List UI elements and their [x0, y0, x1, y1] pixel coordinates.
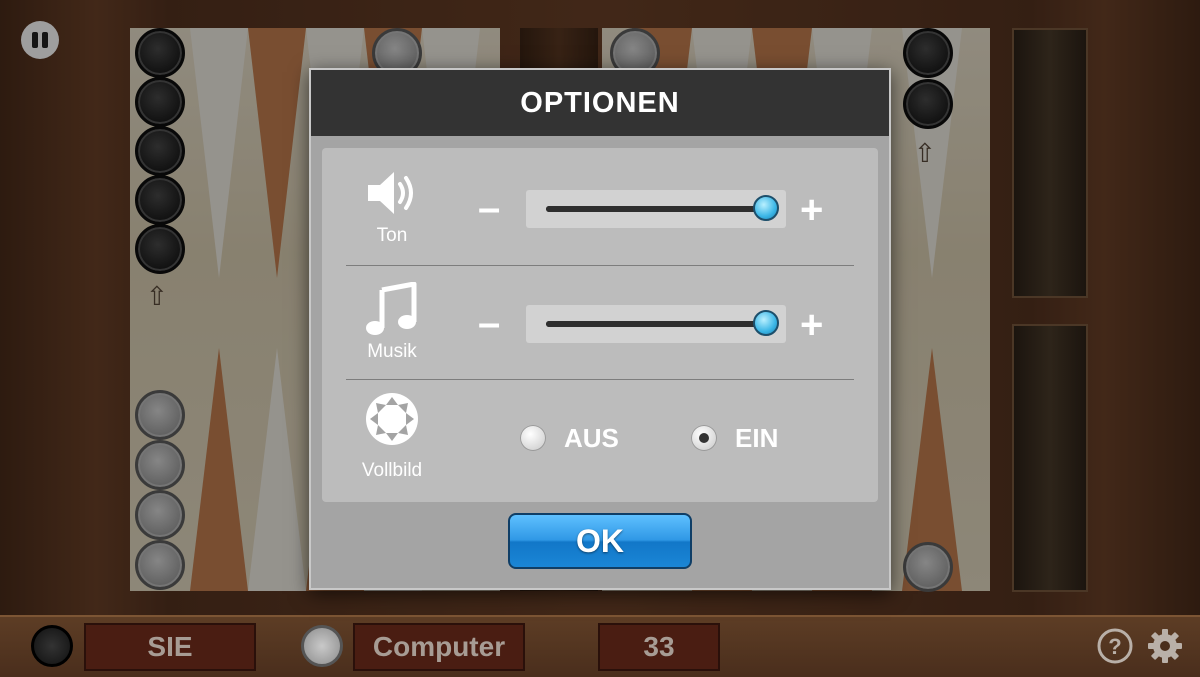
score-box: 33 — [598, 623, 720, 671]
music-slider-fill — [546, 321, 766, 327]
settings-button[interactable] — [1146, 627, 1184, 665]
fullscreen-option-row: Vollbild AUS EIN — [322, 380, 878, 496]
fullscreen-on-radio[interactable] — [691, 425, 717, 451]
sound-slider-fill — [546, 206, 766, 212]
options-dialog: OPTIONEN Ton – + Musik – + Vollbild AUS … — [309, 68, 891, 590]
sound-slider-knob[interactable] — [753, 195, 779, 221]
sound-label: Ton — [376, 225, 408, 246]
music-decrease-button[interactable]: – — [478, 303, 500, 343]
speaker-icon — [364, 168, 420, 218]
music-slider[interactable] — [526, 305, 786, 343]
svg-text:?: ? — [1108, 634, 1121, 659]
options-panel: Ton – + Musik – + Vollbild AUS EIN — [322, 148, 878, 502]
player-checker-indicator — [31, 625, 73, 667]
sound-increase-button[interactable]: + — [800, 190, 823, 230]
dialog-header: OPTIONEN — [311, 70, 889, 136]
music-slider-knob[interactable] — [753, 310, 779, 336]
opponent-checker-indicator — [301, 625, 343, 667]
dialog-title: OPTIONEN — [520, 86, 680, 119]
music-increase-button[interactable]: + — [800, 305, 823, 345]
player-name-box: SIE — [84, 623, 256, 671]
sound-decrease-button[interactable]: – — [478, 188, 500, 228]
music-slider-track[interactable] — [546, 310, 779, 336]
fullscreen-off-radio-dot — [528, 433, 538, 443]
fullscreen-on-radio-dot — [699, 433, 709, 443]
fullscreen-off-radio[interactable] — [520, 425, 546, 451]
fullscreen-label: Vollbild — [361, 460, 423, 481]
ok-button[interactable]: OK — [508, 513, 692, 569]
help-button[interactable]: ? — [1096, 627, 1134, 665]
music-option-row: Musik – + — [322, 265, 878, 381]
gear-icon — [1148, 629, 1182, 663]
fullscreen-off-label[interactable]: AUS — [564, 423, 619, 453]
sound-slider-track[interactable] — [546, 195, 779, 221]
fullscreen-icon — [364, 393, 420, 445]
music-note-icon — [364, 282, 420, 335]
sound-slider[interactable] — [526, 190, 786, 228]
opponent-name-box: Computer — [353, 623, 525, 671]
fullscreen-on-label[interactable]: EIN — [735, 423, 778, 453]
sound-option-row: Ton – + — [322, 148, 878, 264]
help-icon: ? — [1097, 628, 1133, 664]
music-label: Musik — [367, 341, 417, 362]
